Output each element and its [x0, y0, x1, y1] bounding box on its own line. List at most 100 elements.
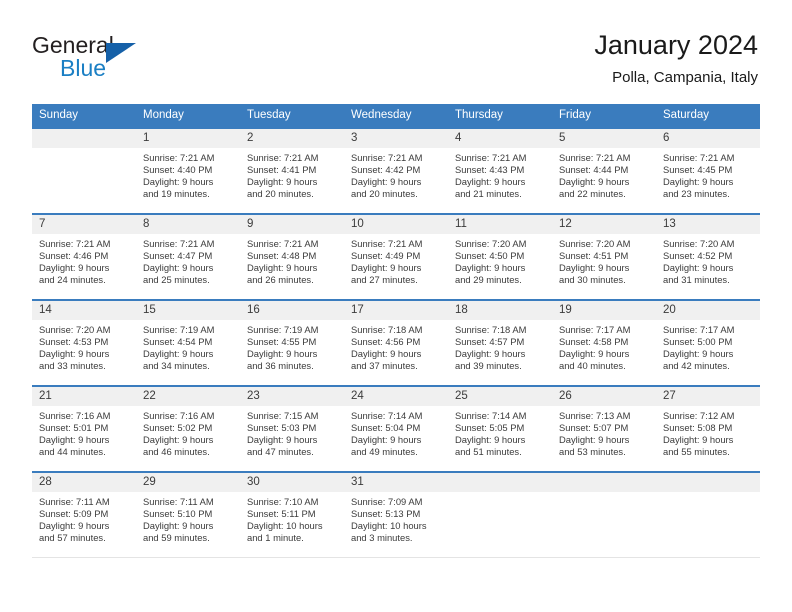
- weekday-header-saturday: Saturday: [656, 104, 760, 128]
- day-details: Sunrise: 7:20 AM Sunset: 4:52 PM Daylight:…: [656, 234, 760, 286]
- day-number: 23: [240, 387, 344, 406]
- day-detail-line: and 21 minutes.: [455, 188, 522, 200]
- day-detail-line: and 42 minutes.: [663, 360, 730, 372]
- calendar-day-cell[interactable]: 4 Sunrise: 7:21 AM Sunset: 4:43 PM Daylight…: [448, 128, 552, 215]
- day-detail-line: Sunset: 5:07 PM: [559, 422, 629, 434]
- day-detail-line: Sunrise: 7:21 AM: [247, 238, 319, 249]
- weekday-header-thursday: Thursday: [448, 104, 552, 128]
- day-detail-line: Sunrise: 7:21 AM: [247, 152, 319, 163]
- calendar-day-cell[interactable]: 17 Sunrise: 7:18 AM Sunset: 4:56 PM Dayligh…: [344, 300, 448, 387]
- day-number: [32, 129, 136, 148]
- calendar-day-cell[interactable]: 6 Sunrise: 7:21 AM Sunset: 4:45 PM Daylight…: [656, 128, 760, 215]
- day-number: 4: [448, 129, 552, 148]
- day-detail-line: Sunset: 4:53 PM: [39, 336, 109, 348]
- calendar-day-cell[interactable]: 9 Sunrise: 7:21 AM Sunset: 4:48 PM Daylight…: [240, 214, 344, 301]
- calendar-day-cell[interactable]: 29 Sunrise: 7:11 AM Sunset: 5:10 PM Dayligh…: [136, 472, 240, 558]
- calendar-day-cell[interactable]: 14 Sunrise: 7:20 AM Sunset: 4:53 PM Dayligh…: [32, 300, 136, 387]
- day-details: Sunrise: 7:21 AM Sunset: 4:44 PM Daylight:…: [552, 148, 656, 200]
- day-detail-line: Daylight: 9 hours: [351, 262, 422, 274]
- day-number: 10: [344, 215, 448, 234]
- page-header: General Blue January 2024 Polla, Campani…: [32, 28, 758, 100]
- day-detail-line: Daylight: 9 hours: [247, 434, 318, 446]
- calendar-day-cell[interactable]: 24 Sunrise: 7:14 AM Sunset: 5:04 PM Dayligh…: [344, 386, 448, 473]
- day-detail-line: Daylight: 9 hours: [455, 262, 526, 274]
- day-detail-line: Daylight: 9 hours: [663, 434, 734, 446]
- day-detail-line: Sunrise: 7:21 AM: [455, 152, 527, 163]
- day-details: Sunrise: 7:11 AM Sunset: 5:10 PM Daylight:…: [136, 492, 240, 544]
- day-detail-line: and 29 minutes.: [455, 274, 522, 286]
- calendar-day-cell[interactable]: 25 Sunrise: 7:14 AM Sunset: 5:05 PM Dayligh…: [448, 386, 552, 473]
- calendar-day-cell[interactable]: 1 Sunrise: 7:21 AM Sunset: 4:40 PM Daylight…: [136, 128, 240, 215]
- day-detail-line: and 24 minutes.: [39, 274, 106, 286]
- calendar-day-cell[interactable]: 7 Sunrise: 7:21 AM Sunset: 4:46 PM Daylight…: [32, 214, 136, 301]
- calendar-day-cell[interactable]: 31 Sunrise: 7:09 AM Sunset: 5:13 PM Dayligh…: [344, 472, 448, 558]
- day-detail-line: and 27 minutes.: [351, 274, 418, 286]
- day-number: 29: [136, 473, 240, 492]
- day-detail-line: and 22 minutes.: [559, 188, 626, 200]
- calendar-day-cell[interactable]: 11 Sunrise: 7:20 AM Sunset: 4:50 PM Dayligh…: [448, 214, 552, 301]
- day-detail-line: Daylight: 9 hours: [663, 176, 734, 188]
- calendar-day-cell[interactable]: 28 Sunrise: 7:11 AM Sunset: 5:09 PM Dayligh…: [32, 472, 136, 558]
- calendar-day-cell[interactable]: 5 Sunrise: 7:21 AM Sunset: 4:44 PM Daylight…: [552, 128, 656, 215]
- calendar-day-cell[interactable]: 16 Sunrise: 7:19 AM Sunset: 4:55 PM Dayligh…: [240, 300, 344, 387]
- day-detail-line: Daylight: 9 hours: [143, 434, 214, 446]
- day-details: Sunrise: 7:16 AM Sunset: 5:01 PM Daylight:…: [32, 406, 136, 458]
- calendar-day-cell[interactable]: 8 Sunrise: 7:21 AM Sunset: 4:47 PM Daylight…: [136, 214, 240, 301]
- day-detail-line: Sunset: 5:03 PM: [247, 422, 317, 434]
- day-detail-line: and 3 minutes.: [351, 532, 413, 544]
- day-detail-line: Sunrise: 7:21 AM: [143, 152, 215, 163]
- day-number: 18: [448, 301, 552, 320]
- day-detail-line: Daylight: 9 hours: [39, 434, 110, 446]
- day-details: [448, 492, 552, 496]
- calendar-day-cell-empty: [656, 472, 760, 558]
- calendar-day-cell[interactable]: 23 Sunrise: 7:15 AM Sunset: 5:03 PM Dayligh…: [240, 386, 344, 473]
- day-detail-line: Daylight: 9 hours: [39, 348, 110, 360]
- day-detail-line: Sunset: 4:57 PM: [455, 336, 525, 348]
- day-detail-line: Sunset: 4:50 PM: [455, 250, 525, 262]
- day-detail-line: Sunset: 4:49 PM: [351, 250, 421, 262]
- day-number: 13: [656, 215, 760, 234]
- day-detail-line: Daylight: 9 hours: [455, 434, 526, 446]
- day-detail-line: and 53 minutes.: [559, 446, 626, 458]
- day-detail-line: and 20 minutes.: [351, 188, 418, 200]
- calendar-day-cell[interactable]: 12 Sunrise: 7:20 AM Sunset: 4:51 PM Dayligh…: [552, 214, 656, 301]
- calendar-day-cell[interactable]: 13 Sunrise: 7:20 AM Sunset: 4:52 PM Dayligh…: [656, 214, 760, 301]
- day-detail-line: Sunset: 5:02 PM: [143, 422, 213, 434]
- calendar-day-cell[interactable]: 22 Sunrise: 7:16 AM Sunset: 5:02 PM Dayligh…: [136, 386, 240, 473]
- day-detail-line: Sunset: 4:54 PM: [143, 336, 213, 348]
- day-number: 25: [448, 387, 552, 406]
- calendar-day-cell[interactable]: 10 Sunrise: 7:21 AM Sunset: 4:49 PM Dayligh…: [344, 214, 448, 301]
- day-details: Sunrise: 7:17 AM Sunset: 5:00 PM Daylight:…: [656, 320, 760, 372]
- calendar-page: General Blue January 2024 Polla, Campani…: [0, 0, 792, 612]
- day-details: Sunrise: 7:09 AM Sunset: 5:13 PM Daylight:…: [344, 492, 448, 544]
- day-detail-line: Sunrise: 7:21 AM: [663, 152, 735, 163]
- day-details: Sunrise: 7:21 AM Sunset: 4:43 PM Daylight:…: [448, 148, 552, 200]
- calendar-day-cell[interactable]: 3 Sunrise: 7:21 AM Sunset: 4:42 PM Daylight…: [344, 128, 448, 215]
- calendar-day-cell[interactable]: 27 Sunrise: 7:12 AM Sunset: 5:08 PM Dayligh…: [656, 386, 760, 473]
- calendar-day-cell[interactable]: 26 Sunrise: 7:13 AM Sunset: 5:07 PM Dayligh…: [552, 386, 656, 473]
- day-number: 7: [32, 215, 136, 234]
- weekday-header-wednesday: Wednesday: [344, 104, 448, 128]
- day-detail-line: and 36 minutes.: [247, 360, 314, 372]
- calendar-day-cell[interactable]: 15 Sunrise: 7:19 AM Sunset: 4:54 PM Dayligh…: [136, 300, 240, 387]
- day-details: Sunrise: 7:20 AM Sunset: 4:51 PM Daylight:…: [552, 234, 656, 286]
- day-number: 24: [344, 387, 448, 406]
- day-detail-line: Daylight: 9 hours: [247, 262, 318, 274]
- brand-logo[interactable]: General Blue: [32, 32, 152, 88]
- day-detail-line: Sunset: 4:56 PM: [351, 336, 421, 348]
- day-detail-line: Sunset: 4:58 PM: [559, 336, 629, 348]
- day-details: Sunrise: 7:20 AM Sunset: 4:53 PM Daylight:…: [32, 320, 136, 372]
- day-details: Sunrise: 7:13 AM Sunset: 5:07 PM Daylight:…: [552, 406, 656, 458]
- calendar-day-cell[interactable]: 20 Sunrise: 7:17 AM Sunset: 5:00 PM Dayligh…: [656, 300, 760, 387]
- brand-name-blue: Blue: [60, 55, 107, 81]
- day-number: 1: [136, 129, 240, 148]
- calendar-day-cell[interactable]: 21 Sunrise: 7:16 AM Sunset: 5:01 PM Dayligh…: [32, 386, 136, 473]
- day-detail-line: Sunset: 5:13 PM: [351, 508, 421, 520]
- calendar-day-cell[interactable]: 19 Sunrise: 7:17 AM Sunset: 4:58 PM Dayligh…: [552, 300, 656, 387]
- day-number: [552, 473, 656, 492]
- calendar-day-cell[interactable]: 30 Sunrise: 7:10 AM Sunset: 5:11 PM Dayligh…: [240, 472, 344, 558]
- day-detail-line: Daylight: 9 hours: [143, 520, 214, 532]
- day-detail-line: Sunrise: 7:14 AM: [351, 410, 423, 421]
- calendar-day-cell[interactable]: 2 Sunrise: 7:21 AM Sunset: 4:41 PM Daylight…: [240, 128, 344, 215]
- calendar-day-cell[interactable]: 18 Sunrise: 7:18 AM Sunset: 4:57 PM Dayligh…: [448, 300, 552, 387]
